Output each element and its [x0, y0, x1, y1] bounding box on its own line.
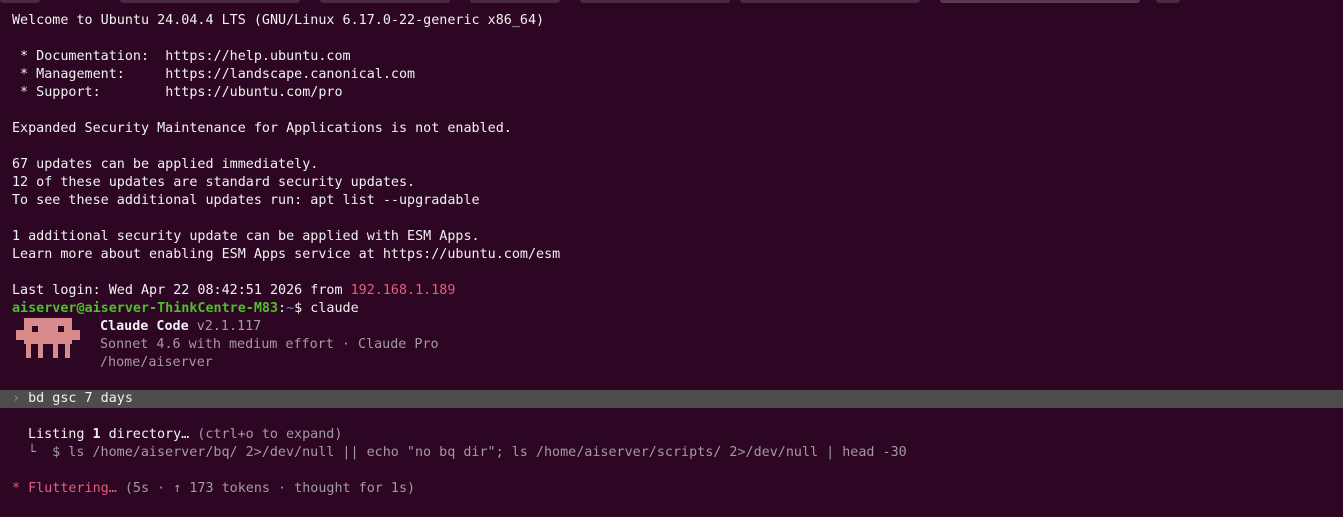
tab-edge-active[interactable] — [940, 0, 1140, 3]
tab-edge[interactable] — [120, 0, 300, 3]
prompt-path: ~ — [286, 301, 295, 316]
tab-edge[interactable] — [0, 0, 40, 3]
tab-edge[interactable] — [1156, 0, 1180, 3]
last-login-text: Last login: Wed Apr 22 08:42:51 2026 fro… — [12, 283, 351, 298]
input-chevron-icon: › — [12, 391, 21, 406]
prompt-separator: : — [278, 301, 287, 316]
tool-expand-hint: (ctrl+o to expand) — [189, 427, 343, 442]
prompt-command: claude — [310, 301, 359, 316]
tree-branch-icon: └ — [28, 445, 37, 460]
support-url[interactable]: https://ubuntu.com/pro — [165, 85, 342, 100]
claude-version: v2.1.117 — [188, 319, 262, 334]
status-line: * Fluttering… (5s · ↑ 173 tokens · thoug… — [12, 480, 1343, 498]
esm-notice: Expanded Security Maintenance for Applic… — [12, 121, 512, 136]
support-label: * Support: — [12, 85, 166, 100]
spinner-star-icon: * — [12, 481, 21, 496]
tab-edge[interactable] — [740, 0, 920, 3]
claude-model-line: Sonnet 4.6 with medium effort · Claude P… — [100, 337, 439, 352]
terminal-tab-strip — [0, 0, 1343, 3]
tool-command-line: └ $ ls /home/aiserver/bq/ 2>/dev/null ||… — [12, 444, 1343, 462]
management-label: * Management: — [12, 67, 166, 82]
esm-apps-line: 1 additional security update can be appl… — [12, 229, 480, 244]
shell-prompt: aiserver@aiserver-ThinkCentre-M83:~$ cla… — [12, 300, 1343, 318]
security-updates-line: 12 of these updates are standard securit… — [12, 175, 416, 190]
tool-call-line[interactable]: Listing 1 directory… (ctrl+o to expand) — [12, 426, 1343, 444]
claude-mascot-icon — [16, 318, 80, 358]
updates-line: 67 updates can be applied immediately. — [12, 157, 319, 172]
user-input-text: bd gsc 7 days — [20, 391, 133, 406]
status-verb: Fluttering… — [20, 481, 117, 496]
tool-count: 1 — [92, 427, 101, 442]
claude-title-line: Claude Code v2.1.117 — [100, 318, 439, 336]
tool-prefix: Listing — [28, 427, 93, 442]
prompt-symbol: $ — [294, 301, 311, 316]
doc-link-line: * Documentation: https://help.ubuntu.com — [12, 48, 1343, 66]
last-login-line: Last login: Wed Apr 22 08:42:51 2026 fro… — [12, 282, 1343, 300]
claude-name: Claude Code — [100, 319, 189, 334]
management-url[interactable]: https://landscape.canonical.com — [165, 67, 415, 82]
doc-label: * Documentation: — [12, 49, 166, 64]
last-login-ip: 192.168.1.189 — [350, 283, 456, 298]
claude-header: Claude Code v2.1.117 Sonnet 4.6 with med… — [12, 318, 1343, 372]
doc-url[interactable]: https://help.ubuntu.com — [165, 49, 350, 64]
apt-hint-line: To see these additional updates run: apt… — [12, 193, 480, 208]
tool-rest: directory… — [100, 427, 190, 442]
tab-edge[interactable] — [320, 0, 450, 3]
user-input-row[interactable]: › bd gsc 7 days — [0, 390, 1343, 408]
esm-learn-more-line: Learn more about enabling ESM Apps servi… — [12, 247, 561, 262]
tab-edge[interactable] — [580, 0, 730, 3]
welcome-line: Welcome to Ubuntu 24.04.4 LTS (GNU/Linux… — [12, 13, 545, 28]
terminal-output[interactable]: Welcome to Ubuntu 24.04.4 LTS (GNU/Linux… — [0, 12, 1343, 498]
management-link-line: * Management: https://landscape.canonica… — [12, 66, 1343, 84]
claude-cwd: /home/aiserver — [100, 355, 213, 370]
status-detail: (5s · ↑ 173 tokens · thought for 1s) — [116, 481, 416, 496]
support-link-line: * Support: https://ubuntu.com/pro — [12, 84, 1343, 102]
claude-info: Claude Code v2.1.117 Sonnet 4.6 with med… — [100, 318, 439, 372]
tool-command: $ ls /home/aiserver/bq/ 2>/dev/null || e… — [36, 445, 907, 460]
prompt-user-host: aiserver@aiserver-ThinkCentre-M83 — [12, 301, 279, 316]
tab-edge[interactable] — [470, 0, 560, 3]
